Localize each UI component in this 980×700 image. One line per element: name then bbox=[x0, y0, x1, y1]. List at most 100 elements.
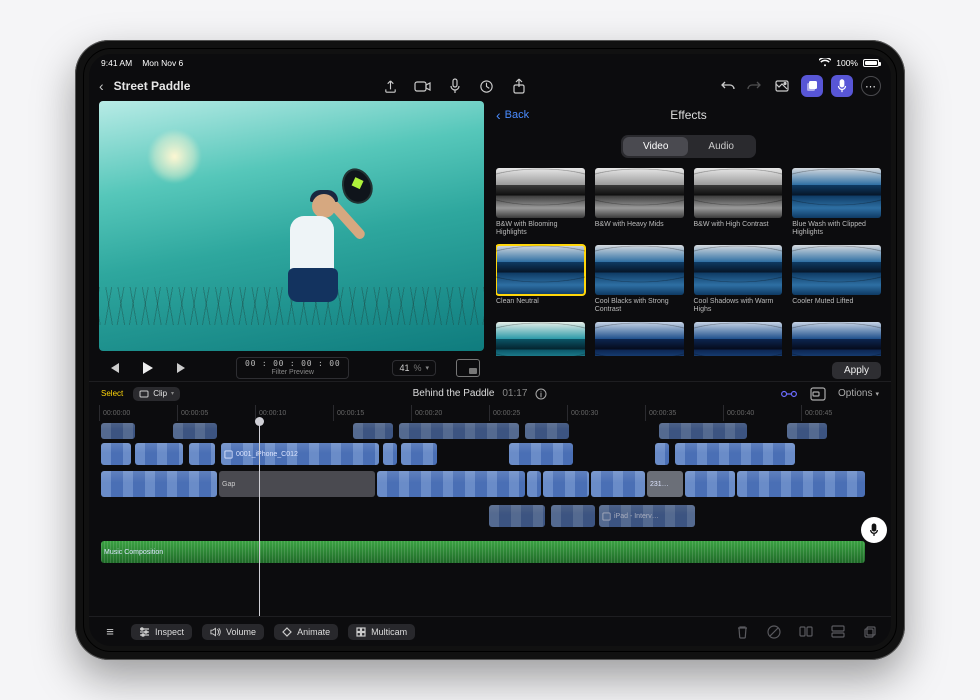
title-clip[interactable]: 231… bbox=[647, 471, 683, 497]
connected-clip[interactable] bbox=[401, 443, 437, 465]
media-browser-icon[interactable] bbox=[771, 75, 793, 97]
split-icon[interactable] bbox=[795, 621, 817, 643]
effect-item[interactable]: Blue Wash with Clipped Highlights bbox=[792, 168, 881, 237]
duplicate-icon[interactable] bbox=[859, 621, 881, 643]
connected-clip[interactable] bbox=[525, 423, 569, 439]
timeline[interactable]: 00:00:0000:00:0500:00:1000:00:1500:00:20… bbox=[89, 405, 891, 616]
connected-clip[interactable] bbox=[101, 443, 131, 465]
connected-clip[interactable] bbox=[135, 443, 183, 465]
apply-button[interactable]: Apply bbox=[832, 362, 881, 379]
primary-clip[interactable] bbox=[685, 471, 735, 497]
connected-clip[interactable] bbox=[173, 423, 217, 439]
effects-back-button[interactable]: ‹ Back bbox=[496, 107, 529, 123]
prev-frame-icon[interactable] bbox=[103, 357, 125, 379]
connected-clip[interactable] bbox=[551, 505, 595, 527]
effect-thumbnail[interactable] bbox=[694, 322, 783, 356]
effect-thumbnail[interactable] bbox=[792, 168, 881, 218]
effect-thumbnail[interactable] bbox=[496, 245, 585, 295]
tab-audio[interactable]: Audio bbox=[688, 137, 754, 156]
effect-thumbnail[interactable] bbox=[792, 245, 881, 295]
effect-thumbnail[interactable] bbox=[496, 168, 585, 218]
effect-item[interactable]: Deep Mids with High Contrast bbox=[694, 322, 783, 356]
effect-item[interactable]: Deep Mids with High Saturation bbox=[792, 322, 881, 356]
effect-item[interactable]: Cool Shadows with Warm Highs bbox=[694, 245, 783, 314]
project-title[interactable]: Street Paddle bbox=[114, 79, 191, 93]
connected-clip[interactable] bbox=[655, 443, 669, 465]
effect-thumbnail[interactable] bbox=[595, 168, 684, 218]
menu-icon[interactable]: ≡ bbox=[99, 621, 121, 643]
connected-clip[interactable] bbox=[787, 423, 827, 439]
magnetic-icon[interactable] bbox=[780, 388, 798, 400]
connected-clip-interview[interactable]: iPad - Interv… bbox=[599, 505, 695, 527]
primary-clip[interactable] bbox=[591, 471, 645, 497]
back-chevron-icon[interactable]: ‹ bbox=[99, 78, 104, 94]
preview-video[interactable] bbox=[99, 101, 484, 351]
audio-clip-music[interactable]: Music Composition bbox=[101, 541, 865, 563]
effect-item[interactable]: B&W with Heavy Mids bbox=[595, 168, 684, 237]
view-layout-icon[interactable] bbox=[456, 359, 480, 377]
gap-clip[interactable]: Gap bbox=[219, 471, 375, 497]
effect-item[interactable]: Cool Blacks with Strong Contrast bbox=[595, 245, 684, 314]
tab-video[interactable]: Video bbox=[623, 137, 688, 156]
connected-clip[interactable] bbox=[675, 443, 795, 465]
play-icon[interactable] bbox=[137, 357, 159, 379]
next-frame-icon[interactable] bbox=[171, 357, 193, 379]
primary-clip[interactable] bbox=[527, 471, 541, 497]
effect-thumbnail[interactable] bbox=[595, 245, 684, 295]
record-voiceover-icon[interactable] bbox=[861, 517, 887, 543]
effect-item[interactable]: Deep Mids with Cooler Shadows bbox=[595, 322, 684, 356]
undo-icon[interactable] bbox=[719, 77, 737, 95]
clip-icon bbox=[139, 389, 149, 399]
select-tool[interactable]: Select bbox=[101, 389, 123, 398]
zoom-control[interactable]: 41 % ▾ bbox=[392, 360, 436, 376]
index-icon[interactable] bbox=[810, 387, 826, 401]
effect-thumbnail[interactable] bbox=[694, 245, 783, 295]
effect-thumbnail[interactable] bbox=[496, 322, 585, 356]
effect-thumbnail[interactable] bbox=[595, 322, 684, 356]
primary-clip[interactable] bbox=[543, 471, 589, 497]
effects-type-segmented[interactable]: Video Audio bbox=[621, 135, 756, 158]
connected-clip[interactable] bbox=[659, 423, 747, 439]
mic-icon[interactable] bbox=[446, 77, 464, 95]
effect-item[interactable]: B&W with High Contrast bbox=[694, 168, 783, 237]
effect-item[interactable]: B&W with Blooming Highlights bbox=[496, 168, 585, 237]
trash-icon[interactable] bbox=[731, 621, 753, 643]
primary-clip[interactable] bbox=[737, 471, 865, 497]
timecode-display[interactable]: 00 : 00 : 00 : 00 Filter Preview bbox=[236, 357, 349, 379]
marker-icon[interactable] bbox=[478, 77, 496, 95]
connected-clip[interactable] bbox=[353, 423, 393, 439]
primary-clip[interactable] bbox=[377, 471, 525, 497]
connected-clip[interactable] bbox=[399, 423, 519, 439]
effect-thumbnail[interactable] bbox=[792, 322, 881, 356]
layers-icon[interactable] bbox=[801, 75, 823, 97]
timeline-ruler[interactable]: 00:00:0000:00:0500:00:1000:00:1500:00:20… bbox=[99, 405, 881, 421]
effect-item[interactable]: Cyan Blacks with Warm Highlights bbox=[496, 322, 585, 356]
timeline-tracks[interactable]: 0001_iPhone_C012 Gap 231… bbox=[99, 421, 881, 616]
playhead[interactable] bbox=[259, 421, 260, 616]
connected-clip[interactable] bbox=[489, 505, 545, 527]
disable-icon[interactable] bbox=[763, 621, 785, 643]
primary-clip[interactable] bbox=[101, 471, 217, 497]
import-icon[interactable] bbox=[382, 77, 400, 95]
effect-item[interactable]: Cooler Muted Lifted bbox=[792, 245, 881, 314]
effect-item[interactable]: Clean Neutral bbox=[496, 245, 585, 314]
connected-clip-named[interactable]: 0001_iPhone_C012 bbox=[221, 443, 379, 465]
animate-button[interactable]: Animate bbox=[274, 624, 338, 640]
detach-icon[interactable] bbox=[827, 621, 849, 643]
connected-clip[interactable] bbox=[189, 443, 215, 465]
project-name[interactable]: Behind the Paddle bbox=[413, 388, 495, 399]
options-button[interactable]: Options ▾ bbox=[838, 388, 879, 399]
more-icon[interactable]: ⋯ bbox=[861, 76, 881, 96]
inspect-button[interactable]: Inspect bbox=[131, 624, 192, 640]
voiceover-icon[interactable] bbox=[831, 75, 853, 97]
share-icon[interactable] bbox=[510, 77, 528, 95]
info-icon[interactable] bbox=[535, 388, 547, 400]
clip-mode-label[interactable]: Clip bbox=[153, 389, 167, 398]
camera-icon[interactable] bbox=[414, 77, 432, 95]
multicam-button[interactable]: Multicam bbox=[348, 624, 415, 640]
connected-clip[interactable] bbox=[101, 423, 135, 439]
volume-button[interactable]: Volume bbox=[202, 624, 264, 640]
connected-clip[interactable] bbox=[383, 443, 397, 465]
effect-thumbnail[interactable] bbox=[694, 168, 783, 218]
connected-clip[interactable] bbox=[509, 443, 573, 465]
